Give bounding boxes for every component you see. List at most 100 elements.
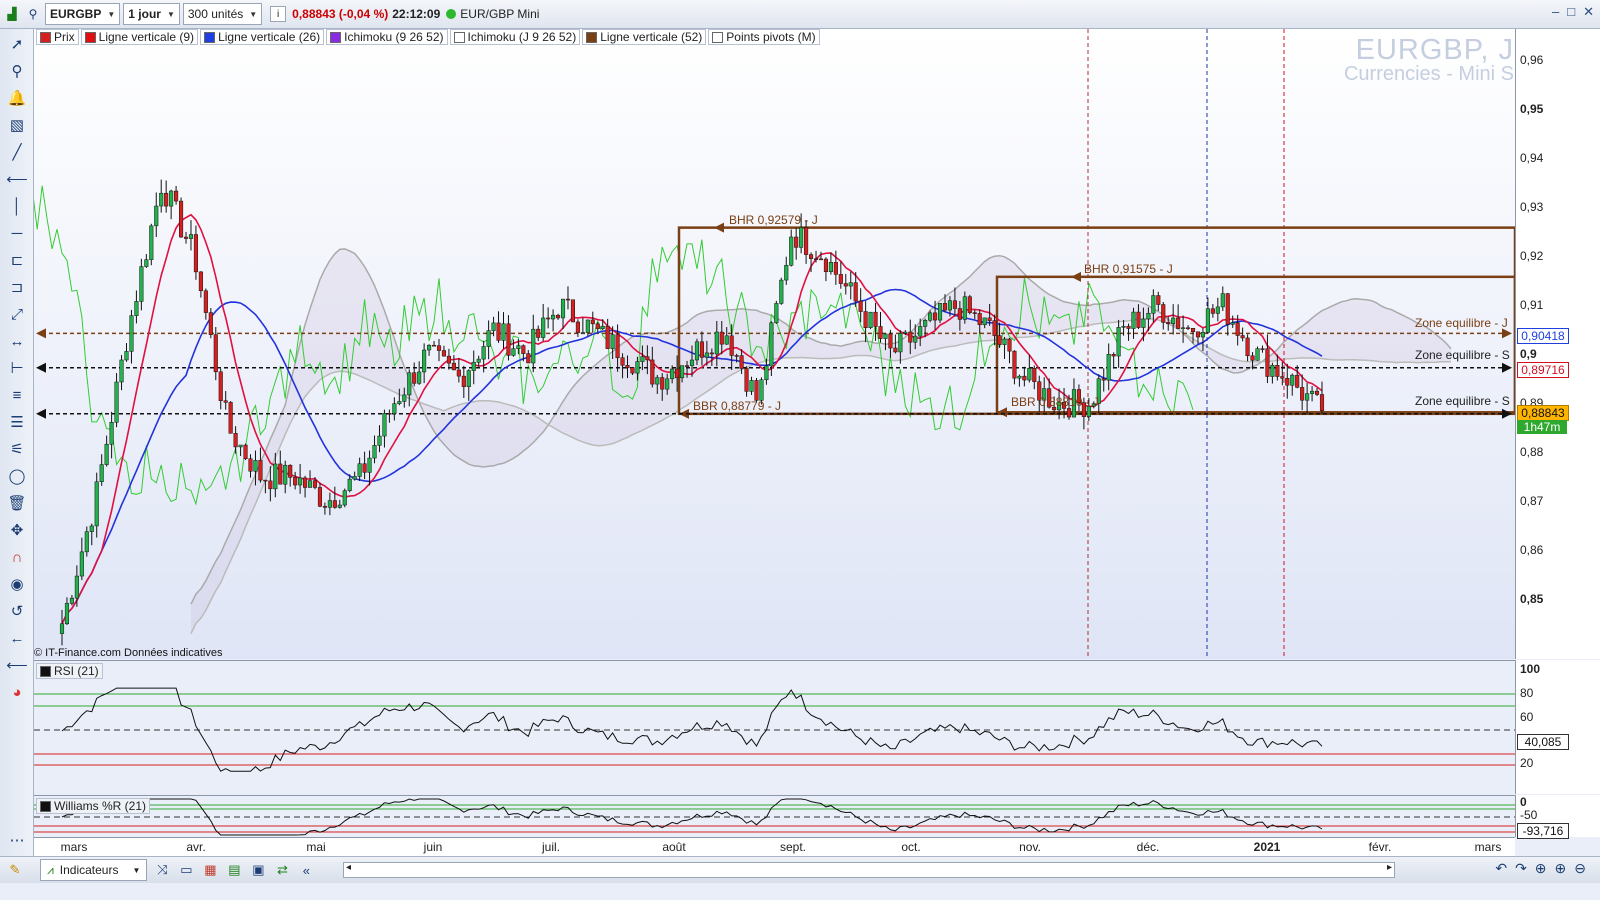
legend-item-ligne-26[interactable]: Ligne verticale (26) [200,29,325,45]
fibonacci-icon[interactable]: ≡ [6,384,28,406]
parallel-channel-icon[interactable]: ⊐ [6,276,28,298]
price-tick: 0,96 [1520,53,1544,67]
gann-icon[interactable]: ⚟ [6,438,28,460]
time-axis[interactable]: mars avr. mai juin juil. août sept. oct.… [34,837,1515,856]
candle-body [1190,327,1196,333]
zoom-out-icon[interactable]: ⊖ [1574,860,1586,877]
fib-extension-icon[interactable]: ☰ [6,411,28,433]
rsi-pane[interactable]: RSI (21) [34,660,1515,795]
screenshot-icon[interactable]: ▣ [249,861,267,879]
magnet-icon[interactable]: ∩ [6,546,28,568]
candle-body [809,254,814,259]
scroll-left-icon[interactable]: ◂ [346,862,351,873]
price-chart-svg [34,29,1515,659]
clock-time: 22:12:09 [392,7,441,21]
link-chart-icon[interactable]: ⇄ [273,861,291,879]
share-icon[interactable]: ⤨ [153,861,171,879]
info-icon[interactable]: i [270,6,287,22]
candle-body [1066,408,1072,418]
close-icon[interactable]: ✕ [1583,4,1594,20]
chart-watermark: EURGBP, J Currencies - Mini S [1344,34,1514,86]
candle-body [734,355,739,357]
color-wheel-icon[interactable]: ◕ [6,681,28,703]
chat-icon[interactable]: ▭ [177,861,195,879]
horizontal-line-icon[interactable]: ─ [6,222,28,244]
candle-body [799,227,804,248]
legend-item-prix[interactable]: Prix [36,29,79,45]
table-icon[interactable]: ▤ [225,861,243,879]
trash-icon[interactable]: 🗑 [6,492,28,514]
arrow-left-icon[interactable]: ← [6,627,28,649]
candle-body [342,490,347,506]
candle-body [278,463,283,485]
cursor-icon[interactable]: ➚ [6,33,28,55]
move-icon[interactable]: ✥ [6,519,28,541]
scroll-left-double-icon[interactable]: « [297,861,315,879]
arrow-left-2-icon[interactable]: ⟵ [6,654,28,676]
legend-swatch [453,31,465,43]
period-select[interactable]: 1 jour ▼ [123,3,180,25]
bhr-label-1: BHR 0,92579 - J [729,213,818,227]
alert-bell-icon[interactable]: 🔔 [6,87,28,109]
regression-icon[interactable]: ⤢ [6,303,28,325]
candle-body [1319,394,1325,411]
price-axis[interactable]: 0,96 0,95 0,94 0,93 0,92 0,91 0,9 0,89 0… [1515,29,1600,659]
candle-body [188,234,194,239]
trendline-icon[interactable]: ╱ [6,141,28,163]
calculator-icon[interactable]: ▦ [201,861,219,879]
candle-body [680,365,685,379]
candle-body [853,282,858,302]
units-select[interactable]: 300 unités ▼ [182,3,263,25]
pitchfork-icon[interactable]: ⊢ [6,357,28,379]
candle-body [119,359,124,383]
candle-body [198,271,203,292]
zoom-fit-icon[interactable]: ⊕ [1535,860,1547,877]
legend-item-ligne-52[interactable]: Ligne verticale (52) [582,29,707,45]
legend-item-pivots[interactable]: Points pivots (M) [708,29,820,45]
symbol-select[interactable]: EURGBP ▼ [45,3,121,25]
zoom-icon[interactable]: ⚲ [6,60,28,82]
candle-body [154,205,159,227]
link-icon[interactable]: ⚲ [24,5,42,23]
candle-body [317,487,323,507]
undo-icon[interactable]: ↶ [1495,860,1507,877]
rsi-label[interactable]: RSI (21) [36,663,103,679]
vertical-line-icon[interactable]: │ [6,195,28,217]
candle-body [660,377,665,390]
williams-pane[interactable]: Williams %R (21) [34,795,1515,838]
ruler-icon[interactable]: ▧ [6,114,28,136]
candle-body [1156,295,1161,305]
horizontal-ray-icon[interactable]: ⟵ [6,168,28,190]
price-chart[interactable]: BHR 0,92579 - J BHR 0,91575 - J BBR 0,88… [34,29,1515,659]
legend-item-ichimoku[interactable]: Ichimoku (9 26 52) [326,29,448,45]
ellipse-icon[interactable]: ◯ [6,465,28,487]
chart-type-icon[interactable]: ▟ [3,5,21,23]
scroll-right-icon[interactable]: ▸ [1387,862,1392,873]
redo-icon[interactable]: ↷ [1515,860,1527,877]
legend-label: Ichimoku (9 26 52) [344,30,444,44]
zoom-in-icon[interactable]: ⊕ [1555,860,1567,877]
candle-body [431,344,437,347]
channel-icon[interactable]: ⊏ [6,249,28,271]
candle-body [1245,337,1250,357]
pencil-icon[interactable]: ✎ [6,861,24,879]
price-tick: 0,95 [1520,102,1544,116]
candle-body [1146,312,1151,320]
eye-icon[interactable]: ◉ [6,573,28,595]
indicators-button[interactable]: ⩘ Indicateurs ▼ [40,859,148,881]
legend-swatch [330,31,342,43]
chevron-down-icon: ▼ [166,9,175,19]
minimize-icon[interactable]: – [1552,4,1559,20]
williams-label[interactable]: Williams %R (21) [36,798,151,814]
rsi-tick: 100 [1520,662,1541,676]
legend-item-ichimoku-j[interactable]: Ichimoku (J 9 26 52) [449,29,581,45]
more-tools-icon[interactable]: ⋯ [6,829,28,851]
legend-item-ligne-9[interactable]: Ligne verticale (9) [80,29,199,45]
measure-icon[interactable]: ↔ [6,330,28,352]
time-scrollbar[interactable]: ◂ ▸ [343,862,1395,878]
candle-body [774,303,779,324]
candle-body [1121,325,1126,328]
maximize-icon[interactable]: □ [1567,4,1575,20]
undo-drawing-icon[interactable]: ↺ [6,600,28,622]
candle-body [179,200,184,238]
